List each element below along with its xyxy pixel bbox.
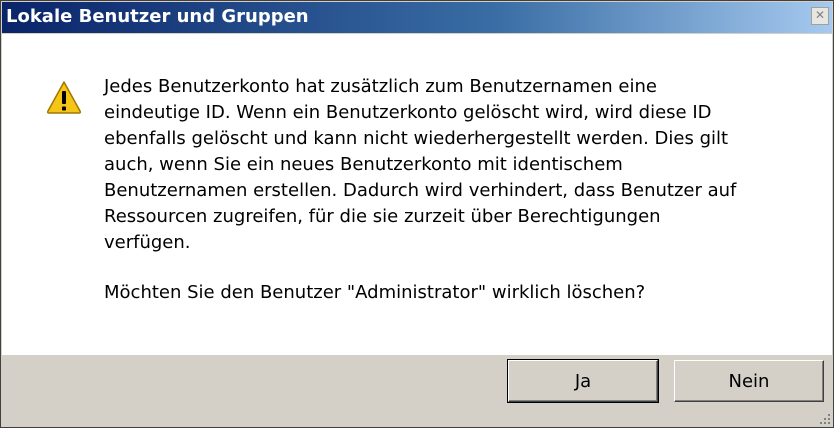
window-title: Lokale Benutzer und Gruppen bbox=[6, 6, 309, 27]
resize-grip-icon[interactable] bbox=[819, 413, 831, 425]
close-button[interactable]: ✕ bbox=[811, 7, 829, 25]
no-button[interactable]: Nein bbox=[674, 360, 824, 402]
warning-icon bbox=[46, 81, 82, 114]
yes-button[interactable]: Ja bbox=[507, 359, 659, 403]
title-bar[interactable]: Lokale Benutzer und Gruppen ✕ bbox=[2, 2, 832, 33]
confirm-delete-dialog: Lokale Benutzer und Gruppen ✕ Jedes Benu… bbox=[0, 0, 834, 428]
close-icon: ✕ bbox=[814, 8, 826, 22]
message-area: Jedes Benutzerkonto hat zusätzlich zum B… bbox=[2, 34, 832, 355]
message-text: Jedes Benutzerkonto hat zusätzlich zum B… bbox=[104, 76, 737, 253]
confirmation-question: Möchten Sie den Benutzer "Administrator"… bbox=[104, 282, 646, 303]
